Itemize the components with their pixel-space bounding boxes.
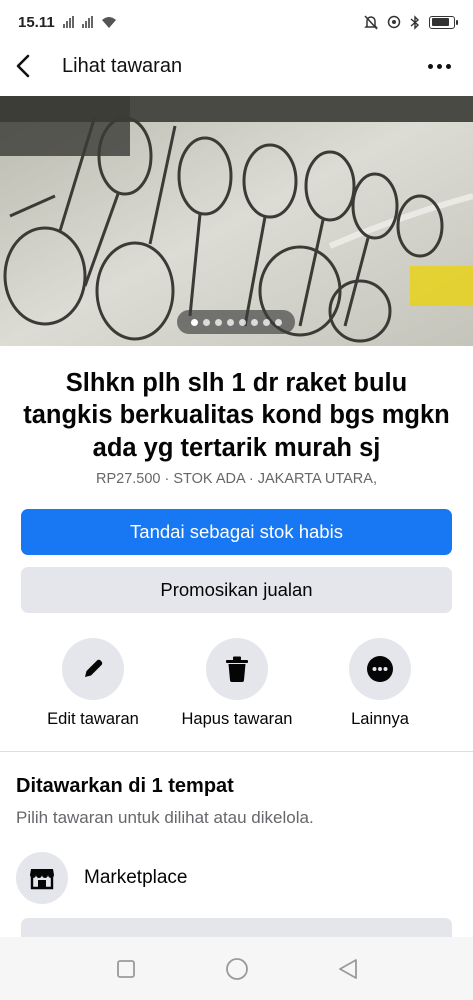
- mute-bell-icon: [364, 14, 378, 30]
- offered-section-subtitle: Pilih tawaran untuk dilihat atau dikelol…: [16, 808, 314, 827]
- delete-listing-label: Hapus tawaran: [181, 710, 293, 728]
- listing-title: Slhkn plh slh 1 dr raket bulu tangkis be…: [23, 369, 450, 462]
- signal-icon: [81, 16, 93, 28]
- pagination-dot: [250, 318, 258, 326]
- back-button[interactable]: [16, 46, 48, 86]
- more-icon: [367, 656, 393, 682]
- status-bar: 15.11: [0, 0, 473, 44]
- mark-sold-button[interactable]: Tandai sebagai stok habis: [21, 509, 452, 555]
- bluetooth-icon: [410, 14, 420, 30]
- pagination-dot: [274, 318, 282, 326]
- back-nav-button[interactable]: [328, 949, 368, 989]
- pencil-icon: [85, 659, 103, 677]
- page-title: Lihat tawaran: [62, 54, 183, 77]
- battery-icon: [429, 15, 458, 29]
- more-horizontal-icon: [427, 63, 433, 69]
- signal-icon: [62, 16, 74, 28]
- system-nav-bar: [0, 937, 473, 1000]
- pagination-dot: [262, 318, 270, 326]
- square-icon: [116, 959, 135, 978]
- photo-pagination-dots: [177, 310, 295, 334]
- listing-photo[interactable]: [0, 96, 473, 346]
- wifi-icon: [101, 16, 116, 28]
- listing-meta: RP27.500 · STOK ADA · JAKARTA UTARA,: [96, 471, 377, 487]
- marketplace-row[interactable]: Marketplace: [16, 852, 188, 904]
- recent-apps-button[interactable]: [106, 949, 146, 989]
- marketplace-label: Marketplace: [84, 867, 188, 888]
- more-actions-button[interactable]: Lainnya: [310, 638, 450, 729]
- more-actions-label: Lainnya: [351, 710, 409, 728]
- pagination-dot: [202, 318, 210, 326]
- circle-icon: [225, 957, 248, 980]
- pagination-dot: [214, 318, 222, 326]
- pagination-dot: [226, 318, 234, 326]
- promote-listing-button[interactable]: Promosikan jualan: [21, 567, 452, 613]
- offered-section-title: Ditawarkan di 1 tempat: [16, 775, 234, 797]
- pagination-dot: [190, 318, 198, 326]
- app-bar: Lihat tawaran: [0, 44, 473, 88]
- listing-actions: Edit tawaran Hapus tawaran Lainnya: [0, 638, 473, 738]
- delete-listing-button[interactable]: Hapus tawaran: [167, 638, 307, 729]
- data-saver-icon: [387, 15, 401, 29]
- storefront-icon: [30, 869, 54, 890]
- badminton-rackets-image: [0, 96, 473, 346]
- pagination-dot: [238, 318, 246, 326]
- triangle-back-icon: [338, 958, 357, 979]
- edit-listing-button[interactable]: Edit tawaran: [23, 638, 163, 729]
- more-options-button[interactable]: [421, 48, 457, 84]
- edit-listing-label: Edit tawaran: [47, 710, 139, 728]
- trash-icon: [226, 656, 248, 682]
- section-divider: [0, 751, 473, 752]
- home-button[interactable]: [217, 949, 257, 989]
- back-arrow-icon: [16, 54, 30, 78]
- status-time: 15.11: [18, 13, 55, 31]
